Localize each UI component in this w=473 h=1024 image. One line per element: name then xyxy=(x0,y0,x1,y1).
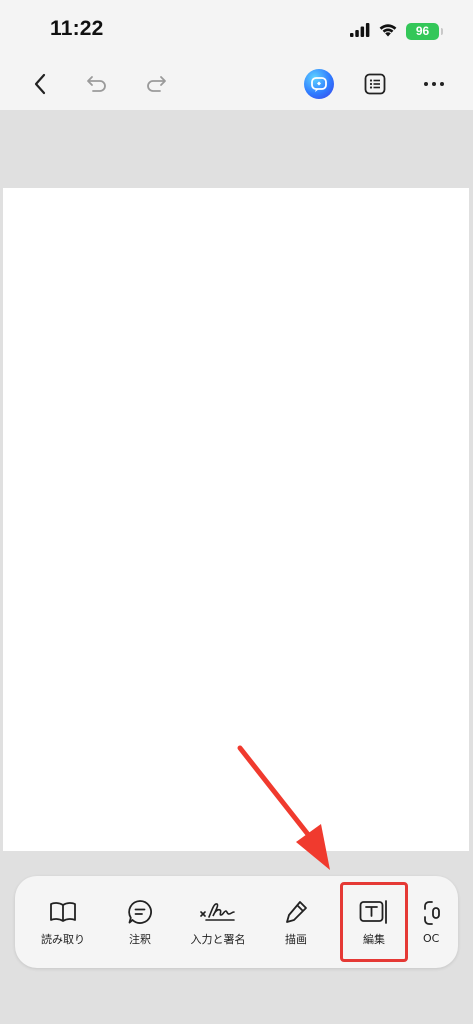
annotation-arrow xyxy=(237,745,330,870)
